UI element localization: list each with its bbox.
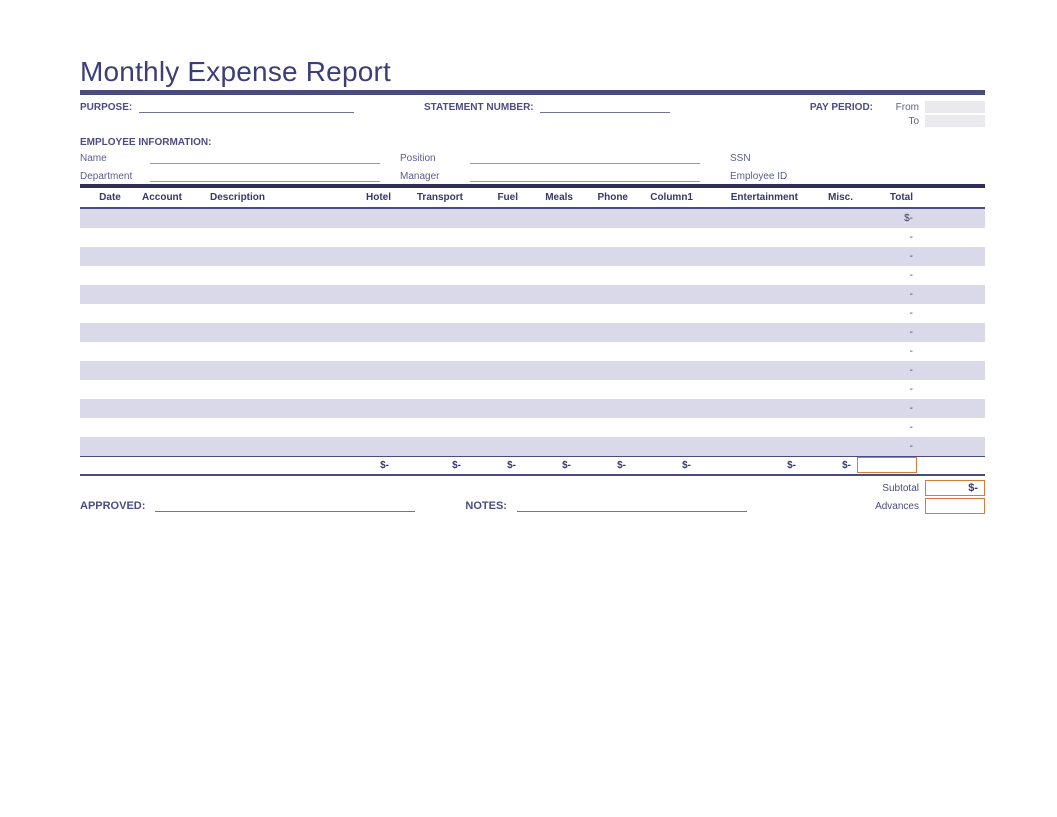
approved-field[interactable] — [155, 500, 415, 512]
employee-info-header: EMPLOYEE INFORMATION: — [80, 137, 985, 148]
col-account: Account — [140, 192, 210, 203]
table-row[interactable]: - — [80, 399, 985, 418]
col-date: Date — [80, 192, 140, 203]
grand-total-cell[interactable] — [857, 457, 917, 473]
row-total: - — [857, 327, 917, 338]
employee-id-label: Employee ID — [700, 171, 790, 182]
row-total: - — [857, 403, 917, 414]
col-meals: Meals — [522, 192, 577, 203]
row-total: - — [857, 441, 917, 452]
name-label: Name — [80, 153, 150, 164]
statement-number-field[interactable] — [540, 101, 670, 113]
to-field[interactable] — [925, 115, 985, 127]
table-row[interactable]: - — [80, 342, 985, 361]
expense-report-page: Monthly Expense Report PURPOSE: STATEMEN… — [0, 0, 1057, 554]
total-hotel: $- — [340, 460, 395, 471]
row-total: - — [857, 270, 917, 281]
table-row[interactable]: - — [80, 247, 985, 266]
row-total: - — [857, 232, 917, 243]
col-hotel: Hotel — [340, 192, 395, 203]
col-misc: Misc. — [802, 192, 857, 203]
table-body: $- - - - - - - - - - - - - — [80, 209, 985, 456]
total-phone: $- — [577, 460, 632, 471]
employee-info-grid: Name Position SSN Department Manager Emp… — [80, 152, 985, 182]
purpose-field[interactable] — [139, 101, 354, 113]
subtotal-label: Subtotal — [855, 483, 925, 494]
position-label: Position — [380, 153, 470, 164]
total-fuel: $- — [467, 460, 522, 471]
table-row[interactable]: - — [80, 437, 985, 456]
header-meta-row: PURPOSE: STATEMENT NUMBER: PAY PERIOD: F… — [80, 101, 985, 127]
department-label: Department — [80, 171, 150, 182]
column-totals-row: $- $- $- $- $- $- $- $- — [80, 456, 985, 476]
purpose-label: PURPOSE: — [80, 102, 132, 113]
col-phone: Phone — [577, 192, 632, 203]
title-rule — [80, 90, 985, 95]
table-row[interactable]: - — [80, 304, 985, 323]
col-column1: Column1 — [632, 192, 697, 203]
statement-number-label: STATEMENT NUMBER: — [424, 102, 534, 113]
notes-field[interactable] — [517, 500, 747, 512]
subtotal-value[interactable]: $- — [925, 480, 985, 496]
table-row[interactable]: - — [80, 266, 985, 285]
row-total: - — [857, 365, 917, 376]
advances-label: Advances — [855, 501, 925, 512]
row-total: - — [857, 308, 917, 319]
expense-table: Date Account Description Hotel Transport… — [80, 184, 985, 476]
name-field[interactable] — [150, 152, 380, 164]
pay-period-label: PAY PERIOD: — [810, 101, 873, 113]
col-description: Description — [210, 192, 340, 203]
row-total: - — [857, 346, 917, 357]
ssn-label: SSN — [700, 153, 790, 164]
table-header-row: Date Account Description Hotel Transport… — [80, 188, 985, 209]
row-total: - — [857, 251, 917, 262]
department-field[interactable] — [150, 170, 380, 182]
col-transport: Transport — [395, 192, 467, 203]
from-field[interactable] — [925, 101, 985, 113]
total-column1: $- — [632, 460, 697, 471]
table-row[interactable]: $- — [80, 209, 985, 228]
total-misc: $- — [802, 460, 857, 471]
advances-row: APPROVED: NOTES: Advances — [80, 498, 985, 514]
to-label: To — [889, 116, 919, 127]
row-total: $- — [857, 213, 917, 224]
advances-value[interactable] — [925, 498, 985, 514]
total-meals: $- — [522, 460, 577, 471]
table-row[interactable]: - — [80, 418, 985, 437]
approved-label: APPROVED: — [80, 500, 145, 512]
position-field[interactable] — [470, 152, 700, 164]
total-transport: $- — [395, 460, 467, 471]
manager-label: Manager — [380, 171, 470, 182]
from-label: From — [889, 102, 919, 113]
col-total: Total — [857, 192, 917, 203]
table-row[interactable]: - — [80, 361, 985, 380]
col-fuel: Fuel — [467, 192, 522, 203]
row-total: - — [857, 384, 917, 395]
total-entertainment: $- — [697, 460, 802, 471]
row-total: - — [857, 289, 917, 300]
table-row[interactable]: - — [80, 380, 985, 399]
row-total: - — [857, 422, 917, 433]
subtotal-row: Subtotal $- — [80, 480, 985, 496]
page-title: Monthly Expense Report — [80, 56, 985, 88]
table-row[interactable]: - — [80, 323, 985, 342]
col-entertainment: Entertainment — [697, 192, 802, 203]
table-row[interactable]: - — [80, 228, 985, 247]
table-row[interactable]: - — [80, 285, 985, 304]
manager-field[interactable] — [470, 170, 700, 182]
notes-label: NOTES: — [465, 500, 507, 512]
